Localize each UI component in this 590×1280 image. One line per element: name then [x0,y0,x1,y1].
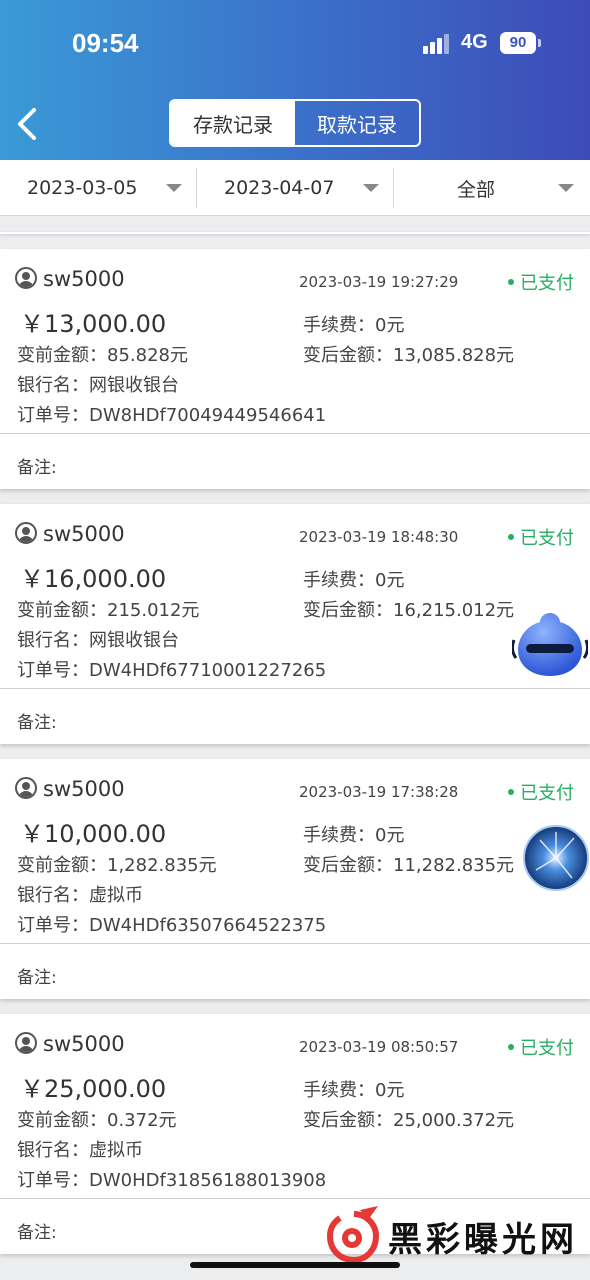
user-icon [15,522,37,544]
deposit-amount: ￥25,000.00 [20,1075,167,1103]
bank-name: 银行名：虚拟币 [17,885,143,906]
user-icon [15,1032,37,1054]
back-button[interactable] [10,104,50,144]
record-details: sw5000 2023-03-19 19:27:29 已支付 ￥13,000.0… [0,249,590,434]
remark: 备注: [17,713,57,733]
bank-name: 银行名：网银收银台 [17,375,179,396]
signal-icon [423,34,453,54]
record-details: sw5000 2023-03-19 08:50:57 已支付 ￥25,000.0… [0,1014,590,1199]
status-text: 已支付 [520,528,574,549]
type-value: 全部 [457,178,496,201]
balance-after: 变后金额：13,085.828元 [303,345,515,366]
record-tabs: 存款记录 取款记录 [169,99,421,147]
balance-before: 变前金额：215.012元 [17,600,200,621]
remark: 备注: [17,1223,57,1243]
username: sw5000 [43,267,125,291]
balance-before: 变前金额：1,282.835元 [17,855,217,876]
status-bar: 09:54 4G 90 [0,0,590,88]
fee: 手续费：0元 [303,825,405,846]
app-header: 09:54 4G 90 存款记录 取款记录 [0,0,590,160]
battery-tip [538,39,541,47]
username: sw5000 [43,1032,125,1056]
record-datetime: 2023-03-19 19:27:29 [299,273,459,291]
caret-down-icon [558,184,574,192]
username: sw5000 [43,522,125,546]
order-number: 订单号：DW0HDf31856188013908 [17,1170,327,1191]
status-badge: 已支付 [508,269,574,295]
record-card[interactable]: sw5000 2023-03-19 19:27:29 已支付 ￥13,000.0… [0,249,590,489]
record-card[interactable]: sw5000 2023-03-19 17:38:28 已支付 ￥10,000.0… [0,759,590,999]
user-icon [15,777,37,799]
order-number: 订单号：DW8HDf70049449546641 [17,405,327,426]
order-number: 订单号：DW4HDf67710001227265 [17,660,327,681]
status-badge: 已支付 [508,779,574,805]
remark: 备注: [17,458,57,478]
status-dot-icon [508,534,514,540]
type-filter[interactable]: 全部 [394,160,590,216]
support-mascot-icon[interactable] [512,610,588,678]
tab-deposit-records[interactable]: 存款记录 [171,101,295,145]
record-datetime: 2023-03-19 17:38:28 [299,783,459,801]
floating-orb-icon[interactable] [522,824,590,892]
record-details: sw5000 2023-03-19 17:38:28 已支付 ￥10,000.0… [0,759,590,944]
deposit-amount: ￥16,000.00 [20,565,167,593]
balance-after: 变后金额：11,282.835元 [303,855,515,876]
watermark-logo-icon [326,1206,380,1264]
status-text: 已支付 [520,273,574,294]
bank-name: 银行名：网银收银台 [17,630,179,651]
caret-down-icon [363,184,379,192]
record-card[interactable]: sw5000 2023-03-19 18:48:30 已支付 ￥16,000.0… [0,504,590,744]
deposit-amount: ￥13,000.00 [20,310,167,338]
tab-withdraw-records[interactable]: 取款记录 [295,101,419,145]
status-badge: 已支付 [508,1034,574,1060]
home-indicator[interactable] [190,1262,400,1268]
balance-after: 变后金额：25,000.372元 [303,1110,515,1131]
status-dot-icon [508,1044,514,1050]
start-date-filter[interactable]: 2023-03-05 [0,160,196,216]
end-date-value: 2023-04-07 [224,177,335,199]
username: sw5000 [43,777,125,801]
deposit-amount: ￥10,000.00 [20,820,167,848]
status-dot-icon [508,789,514,795]
network-type: 4G [461,31,488,53]
user-icon [15,267,37,289]
watermark: 黑彩曝光网 [324,1204,588,1268]
watermark-text: 黑彩曝光网 [388,1220,578,1260]
record-details: sw5000 2023-03-19 18:48:30 已支付 ￥16,000.0… [0,504,590,689]
record-datetime: 2023-03-19 08:50:57 [299,1038,459,1056]
balance-after: 变后金额：16,215.012元 [303,600,515,621]
balance-before: 变前金额：85.828元 [17,345,188,366]
order-number: 订单号：DW4HDf63507664522375 [17,915,327,936]
chevron-left-icon [18,108,36,140]
record-datetime: 2023-03-19 18:48:30 [299,528,459,546]
balance-before: 变前金额：0.372元 [17,1110,177,1131]
fee: 手续费：0元 [303,1080,405,1101]
list-top-edge [0,232,590,234]
status-badge: 已支付 [508,524,574,550]
caret-down-icon [166,184,182,192]
status-dot-icon [508,279,514,285]
start-date-value: 2023-03-05 [27,177,138,199]
fee: 手续费：0元 [303,570,405,591]
battery-icon: 90 [500,32,536,54]
remark: 备注: [17,968,57,988]
status-text: 已支付 [520,783,574,804]
bank-name: 银行名：虚拟币 [17,1140,143,1161]
end-date-filter[interactable]: 2023-04-07 [197,160,393,216]
fee: 手续费：0元 [303,315,405,336]
clock: 09:54 [72,28,139,58]
filter-bar: 2023-03-05 2023-04-07 全部 [0,160,590,216]
status-text: 已支付 [520,1038,574,1059]
